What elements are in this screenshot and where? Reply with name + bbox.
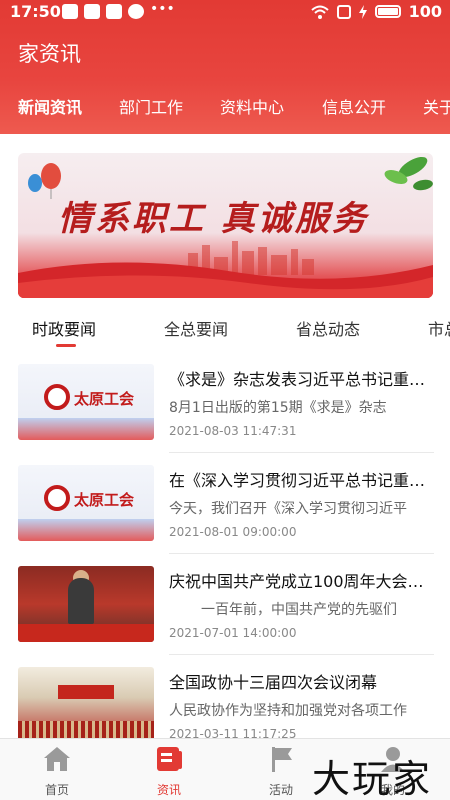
sim-icon bbox=[336, 4, 351, 19]
news-summary: 一百年前，中国共产党的先驱们 bbox=[201, 602, 397, 618]
status-right: 100 bbox=[310, 2, 442, 21]
subtab-federation-news[interactable]: 全总要闻 bbox=[164, 316, 228, 340]
banner-slogan: 情系职工 真诚服务 bbox=[58, 199, 369, 239]
nav-home[interactable]: 首页 bbox=[27, 745, 87, 798]
news-title: 全国政协十三届四次会议闭幕 bbox=[169, 673, 378, 692]
shield-icon bbox=[62, 4, 78, 19]
news-title: 庆祝中国共产党成立100周年大会隆重举行 bbox=[169, 572, 435, 591]
tab-department-work[interactable]: 部门工作 bbox=[119, 94, 183, 118]
union-logo-icon bbox=[44, 384, 70, 410]
news-summary: 人民政协作为坚持和加强党对各项工作 bbox=[169, 703, 407, 719]
news-summary: 8月1日出版的第15期《求是》杂志 bbox=[169, 400, 387, 416]
active-tab-indicator bbox=[56, 344, 76, 347]
charging-icon bbox=[358, 4, 367, 19]
divider bbox=[169, 452, 434, 453]
news-thumbnail: 太原工会 bbox=[18, 364, 154, 440]
news-item[interactable]: 庆祝中国共产党成立100周年大会隆重举行 一百年前，中国共产党的先驱们 2021… bbox=[0, 566, 450, 666]
tab-resource-center[interactable]: 资料中心 bbox=[220, 94, 284, 118]
news-item[interactable]: 太原工会 在《深入学习贯彻习近平总书记重要讲话》 今天，我们召开《深入学习贯彻习… bbox=[0, 465, 450, 565]
subtab-city-news[interactable]: 市总 bbox=[428, 316, 450, 340]
news-thumbnail bbox=[18, 566, 154, 642]
status-bar: 17:50 ••• 100 bbox=[0, 0, 450, 26]
news-thumbnail bbox=[18, 667, 154, 743]
divider bbox=[169, 553, 434, 554]
mail-icon bbox=[106, 4, 122, 19]
news-item[interactable]: 太原工会 《求是》杂志发表习近平总书记重要文章 8月1日出版的第15期《求是》杂… bbox=[0, 364, 450, 464]
nav-news-label: 资讯 bbox=[156, 783, 181, 797]
tab-info-disclosure[interactable]: 信息公开 bbox=[322, 94, 386, 118]
subtab-provincial-news[interactable]: 省总动态 bbox=[296, 316, 360, 340]
city-skyline bbox=[18, 418, 154, 440]
podium bbox=[18, 624, 154, 642]
promo-banner[interactable]: 情系职工 真诚服务 bbox=[18, 153, 433, 298]
app-header: 17:50 ••• 100 家资讯 新闻资讯 部门工作 资料中心 信息公开 关于 bbox=[0, 0, 450, 134]
notification-icons: ••• bbox=[62, 1, 175, 19]
divider bbox=[169, 654, 434, 655]
news-date: 2021-08-01 09:00:00 bbox=[169, 525, 297, 539]
top-tab-bar: 新闻资讯 部门工作 资料中心 信息公开 关于 bbox=[0, 94, 450, 118]
news-date: 2021-08-03 11:47:31 bbox=[169, 424, 297, 438]
nav-home-label: 首页 bbox=[44, 783, 69, 797]
tab-news[interactable]: 新闻资讯 bbox=[18, 94, 82, 118]
message-icon bbox=[84, 4, 100, 19]
hall-banner bbox=[58, 685, 114, 699]
home-icon bbox=[44, 747, 70, 771]
union-logo-icon bbox=[44, 485, 70, 511]
speaker-figure bbox=[68, 578, 94, 624]
watermark: 大玩家 bbox=[312, 757, 433, 800]
news-icon bbox=[157, 747, 182, 771]
nav-news[interactable]: 资讯 bbox=[139, 745, 199, 798]
battery-icon bbox=[374, 5, 401, 18]
wifi-icon bbox=[310, 5, 329, 19]
battery-level: 100 bbox=[408, 2, 442, 21]
news-title: 在《深入学习贯彻习近平总书记重要讲话》 bbox=[169, 471, 435, 490]
thumb-caption: 太原工会 bbox=[74, 491, 135, 509]
thumb-caption: 太原工会 bbox=[74, 390, 135, 408]
more-dots-icon: ••• bbox=[150, 1, 175, 17]
news-title: 《求是》杂志发表习近平总书记重要文章 bbox=[169, 370, 435, 389]
nav-activity[interactable]: 活动 bbox=[251, 745, 311, 798]
tab-about[interactable]: 关于 bbox=[423, 94, 450, 118]
sub-tab-bar: 时政要闻 全总要闻 省总动态 市总 bbox=[0, 312, 450, 352]
news-thumbnail: 太原工会 bbox=[18, 465, 154, 541]
news-summary: 今天，我们召开《深入学习贯彻习近平 bbox=[169, 501, 407, 517]
chat-icon bbox=[128, 4, 144, 19]
city-skyline bbox=[18, 519, 154, 541]
news-date: 2021-07-01 14:00:00 bbox=[169, 626, 297, 640]
flag-icon bbox=[272, 747, 292, 772]
subtab-current-affairs[interactable]: 时政要闻 bbox=[32, 316, 96, 340]
nav-activity-label: 活动 bbox=[268, 783, 293, 797]
page-title: 家资讯 bbox=[18, 42, 81, 66]
status-time: 17:50 bbox=[10, 2, 61, 21]
